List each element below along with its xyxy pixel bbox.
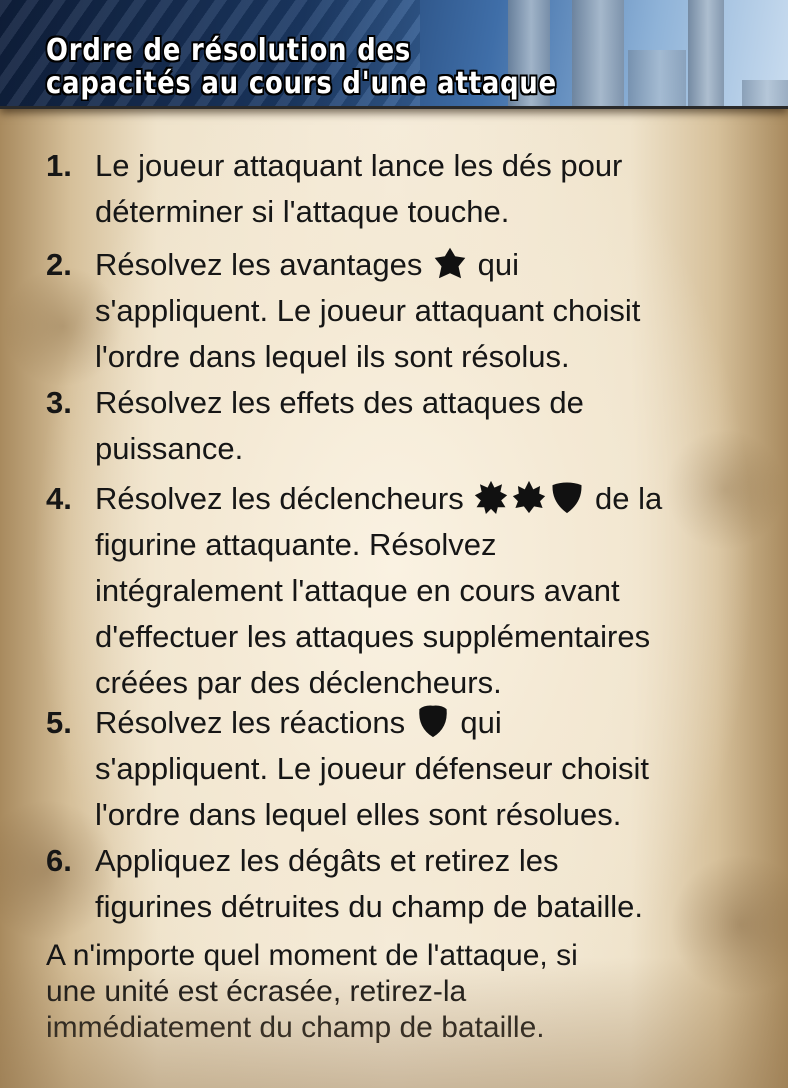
advantage-star-icon <box>433 246 467 280</box>
step-line-end: de la <box>595 481 663 516</box>
step-line: d'effectuer les attaques supplémentaires <box>95 619 651 654</box>
step-text: Le joueur attaquant lance les dés pour d… <box>95 143 755 235</box>
step-line: Appliquez les dégâts et retirez les <box>95 843 559 878</box>
step-text: Appliquez les dégâts et retirez les figu… <box>95 838 755 930</box>
note-line: A n'importe quel moment de l'attaque, si <box>46 939 578 972</box>
step-line: Résolvez les avantages qui <box>95 242 755 288</box>
step-line: puissance. <box>95 431 244 466</box>
step-number: 4. <box>46 481 72 516</box>
skyline-building <box>628 50 686 106</box>
step-line: Résolvez les effets des attaques de <box>95 385 584 420</box>
card-title: Ordre de résolution des capacités au cou… <box>46 33 558 101</box>
step-line-end: qui <box>460 705 502 740</box>
step-number: 5. <box>46 705 72 740</box>
step-number: 3. <box>46 385 72 420</box>
step-text: Résolvez les déclencheurs de la figurine… <box>95 476 755 706</box>
step-line: s'appliquent. Le joueur défenseur choisi… <box>95 751 649 786</box>
step-line: Résolvez les déclencheurs de la <box>95 476 755 522</box>
step-number: 6. <box>46 843 72 878</box>
step-line: Le joueur attaquant lance les dés pour <box>95 148 623 183</box>
step-line: déterminer si l'attaque touche. <box>95 194 510 229</box>
skyline-building <box>742 80 788 106</box>
step-line: figurine attaquante. Résolvez <box>95 527 497 562</box>
trigger-burst-icon <box>474 480 508 514</box>
step-number: 1. <box>46 148 72 183</box>
card-header: Ordre de résolution des capacités au cou… <box>0 0 788 109</box>
step-line: l'ordre dans lequel elles sont résolues. <box>95 797 622 832</box>
skyline-building <box>572 0 624 106</box>
step-line-start: Résolvez les réactions <box>95 705 406 740</box>
step-text: Résolvez les effets des attaques de puis… <box>95 380 755 472</box>
reaction-shield-icon <box>416 704 450 738</box>
skyline-building <box>688 0 724 106</box>
step-line: intégralement l'attaque en cours avant <box>95 573 620 608</box>
step-line: figurines détruites du champ de bataille… <box>95 889 643 924</box>
rules-card: Ordre de résolution des capacités au cou… <box>0 0 788 1088</box>
trigger-shield-icon <box>550 480 584 514</box>
step-line: Résolvez les réactions qui <box>95 700 755 746</box>
note-line: une unité est écrasée, retirez-la <box>46 975 467 1008</box>
step-line-start: Résolvez les déclencheurs <box>95 481 464 516</box>
step-text: Résolvez les réactions qui s'appliquent.… <box>95 700 755 838</box>
note-line: immédiatement du champ de bataille. <box>46 1011 545 1044</box>
step-line-end: qui <box>477 247 520 282</box>
step-text: Résolvez les avantages qui s'appliquent.… <box>95 242 755 380</box>
trigger-leaf-icon <box>512 480 546 514</box>
step-line-start: Résolvez les avantages <box>95 247 423 282</box>
step-number: 2. <box>46 247 72 282</box>
step-line: l'ordre dans lequel ils sont résolus. <box>95 339 570 374</box>
step-line: s'appliquent. Le joueur attaquant choisi… <box>95 293 641 328</box>
footer-note: A n'importe quel moment de l'attaque, si… <box>46 938 736 1046</box>
